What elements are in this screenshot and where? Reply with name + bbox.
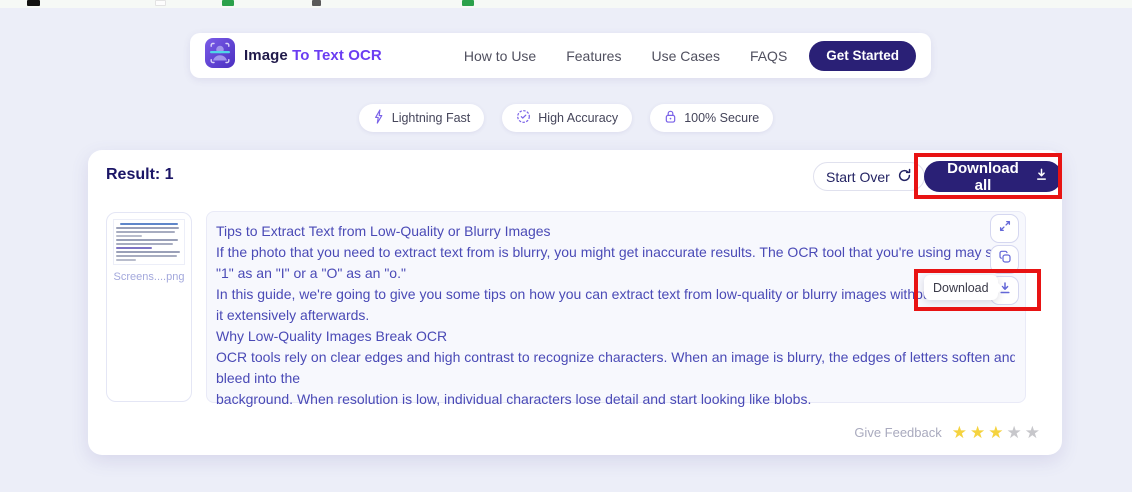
brand-logo[interactable]: Image To Text OCR	[205, 38, 382, 73]
download-all-button[interactable]: Download all	[924, 161, 1062, 192]
favicon-fragment	[462, 0, 474, 6]
app-logo-icon	[205, 38, 235, 73]
bottom-strip	[0, 492, 1132, 503]
nav-item-use-cases[interactable]: Use Cases	[651, 48, 719, 64]
badge-label: High Accuracy	[538, 111, 618, 125]
file-name-label: Screens....png	[107, 271, 191, 283]
ocr-text-line: it extensively afterwards.	[216, 305, 1015, 326]
expand-icon	[998, 219, 1012, 238]
brand-word-2: To Text OCR	[292, 47, 382, 64]
ocr-text-line: In this guide, we're going to give you s…	[216, 284, 1015, 305]
copy-text-button[interactable]	[990, 245, 1019, 274]
download-tooltip: Download	[924, 275, 998, 300]
badge-label: 100% Secure	[684, 111, 759, 125]
feature-badges: Lightning Fast High Accuracy 100% Secure	[0, 104, 1132, 132]
ocr-text-line: Tips to Extract Text from Low-Quality or…	[216, 221, 1015, 242]
ocr-text-line: background. When resolution is low, indi…	[216, 389, 1015, 410]
favicon-fragment	[222, 0, 234, 6]
badge-lightning-fast: Lightning Fast	[359, 104, 485, 132]
feedback-row: Give Feedback ★★★★★	[854, 424, 1040, 441]
download-all-label: Download all	[938, 160, 1028, 194]
nav-item-features[interactable]: Features	[566, 48, 621, 64]
thumbnail-image	[113, 219, 185, 265]
ocr-text-line: bleed into the	[216, 368, 1015, 389]
accuracy-icon	[516, 109, 531, 127]
lock-icon	[664, 109, 677, 127]
ocr-text-line: OCR tools rely on clear edges and high c…	[216, 347, 1015, 368]
ocr-text-line: Why Low-Quality Images Break OCR	[216, 326, 1015, 347]
star-empty-icon[interactable]: ★	[1007, 424, 1022, 441]
ocr-result-text: Tips to Extract Text from Low-Quality or…	[206, 211, 1026, 403]
nav-menu: How to Use Features Use Cases FAQS	[464, 48, 787, 64]
ocr-text-line: "1" as an "I" or a "O" as an "o."	[216, 263, 1015, 284]
nav-item-how-to-use[interactable]: How to Use	[464, 48, 536, 64]
header: Image To Text OCR How to Use Features Us…	[190, 33, 931, 78]
get-started-button[interactable]: Get Started	[809, 41, 916, 71]
ocr-text-line: If the photo that you need to extract te…	[216, 242, 1015, 263]
nav-item-faqs[interactable]: FAQS	[750, 48, 787, 64]
badge-high-accuracy: High Accuracy	[502, 104, 632, 132]
result-thumbnail[interactable]: Screens....png	[106, 212, 192, 402]
favicon-fragment	[155, 0, 166, 6]
star-filled-icon[interactable]: ★	[970, 424, 985, 441]
browser-strip	[0, 0, 1132, 8]
refresh-icon	[897, 168, 912, 186]
star-filled-icon[interactable]: ★	[952, 424, 967, 441]
favicon-fragment	[27, 0, 40, 6]
start-over-label: Start Over	[826, 169, 890, 185]
start-over-button[interactable]: Start Over	[813, 162, 925, 191]
page: Image To Text OCR How to Use Features Us…	[0, 0, 1132, 503]
lightning-icon	[373, 109, 385, 127]
brand-word-1: Image	[244, 47, 288, 64]
star-empty-icon[interactable]: ★	[1025, 424, 1040, 441]
favicon-fragment	[312, 0, 321, 6]
download-icon	[1035, 168, 1048, 185]
brand-name: Image To Text OCR	[244, 47, 382, 64]
expand-result-button[interactable]	[990, 214, 1019, 243]
result-count-title: Result: 1	[106, 166, 174, 184]
star-filled-icon[interactable]: ★	[988, 424, 1003, 441]
copy-icon	[998, 250, 1012, 269]
result-card: Result: 1 Start Over Download all	[88, 150, 1062, 455]
badge-100-secure: 100% Secure	[650, 104, 773, 132]
badge-label: Lightning Fast	[392, 111, 471, 125]
star-rating: ★★★★★	[952, 424, 1040, 441]
give-feedback-label: Give Feedback	[854, 425, 941, 440]
